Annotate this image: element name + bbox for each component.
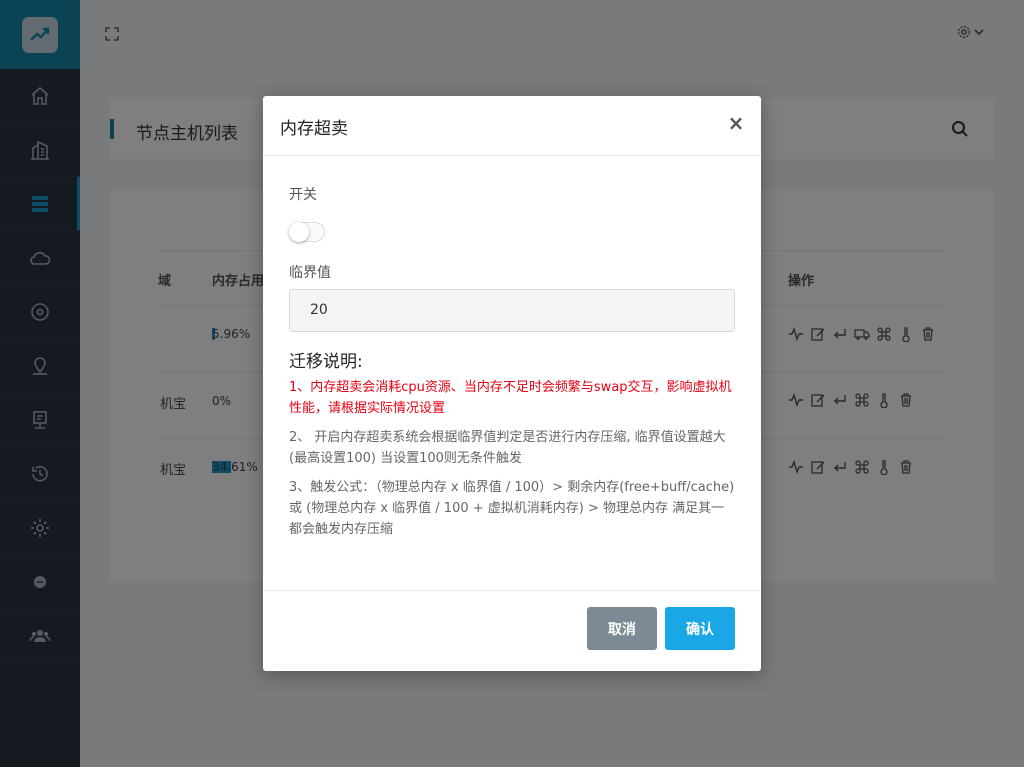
toggle-knob: [289, 222, 309, 242]
memory-overcommit-dialog: 内存超卖 × 开关 临界值 20 迁移说明: 1、内存超卖会消耗cpu资源、当内…: [263, 96, 761, 671]
dialog-header: 内存超卖 ×: [263, 96, 761, 156]
switch-label: 开关: [289, 187, 317, 203]
dialog-footer: 取消 确认: [263, 590, 761, 671]
threshold-input[interactable]: 20: [289, 289, 735, 332]
overcommit-toggle[interactable]: [289, 222, 325, 242]
threshold-label: 临界值: [289, 265, 331, 281]
dialog-title: 内存超卖: [280, 119, 348, 139]
cancel-button[interactable]: 取消: [587, 607, 657, 650]
migration-notes-title: 迁移说明:: [289, 352, 363, 372]
confirm-button[interactable]: 确认: [665, 607, 735, 650]
note-threshold: 2、 开启内存超卖系统会根据临界值判定是否进行内存压缩, 临界值设置越大(最高设…: [289, 430, 726, 466]
note-formula: 3、触发公式：（物理总内存 x 临界值 / 100）> 剩余内存(free+bu…: [289, 480, 735, 537]
close-button[interactable]: ×: [727, 113, 745, 133]
note-warning: 1、内存超卖会消耗cpu资源、当内存不足时会频繁与swap交互，影响虚拟机性能，…: [289, 380, 732, 416]
